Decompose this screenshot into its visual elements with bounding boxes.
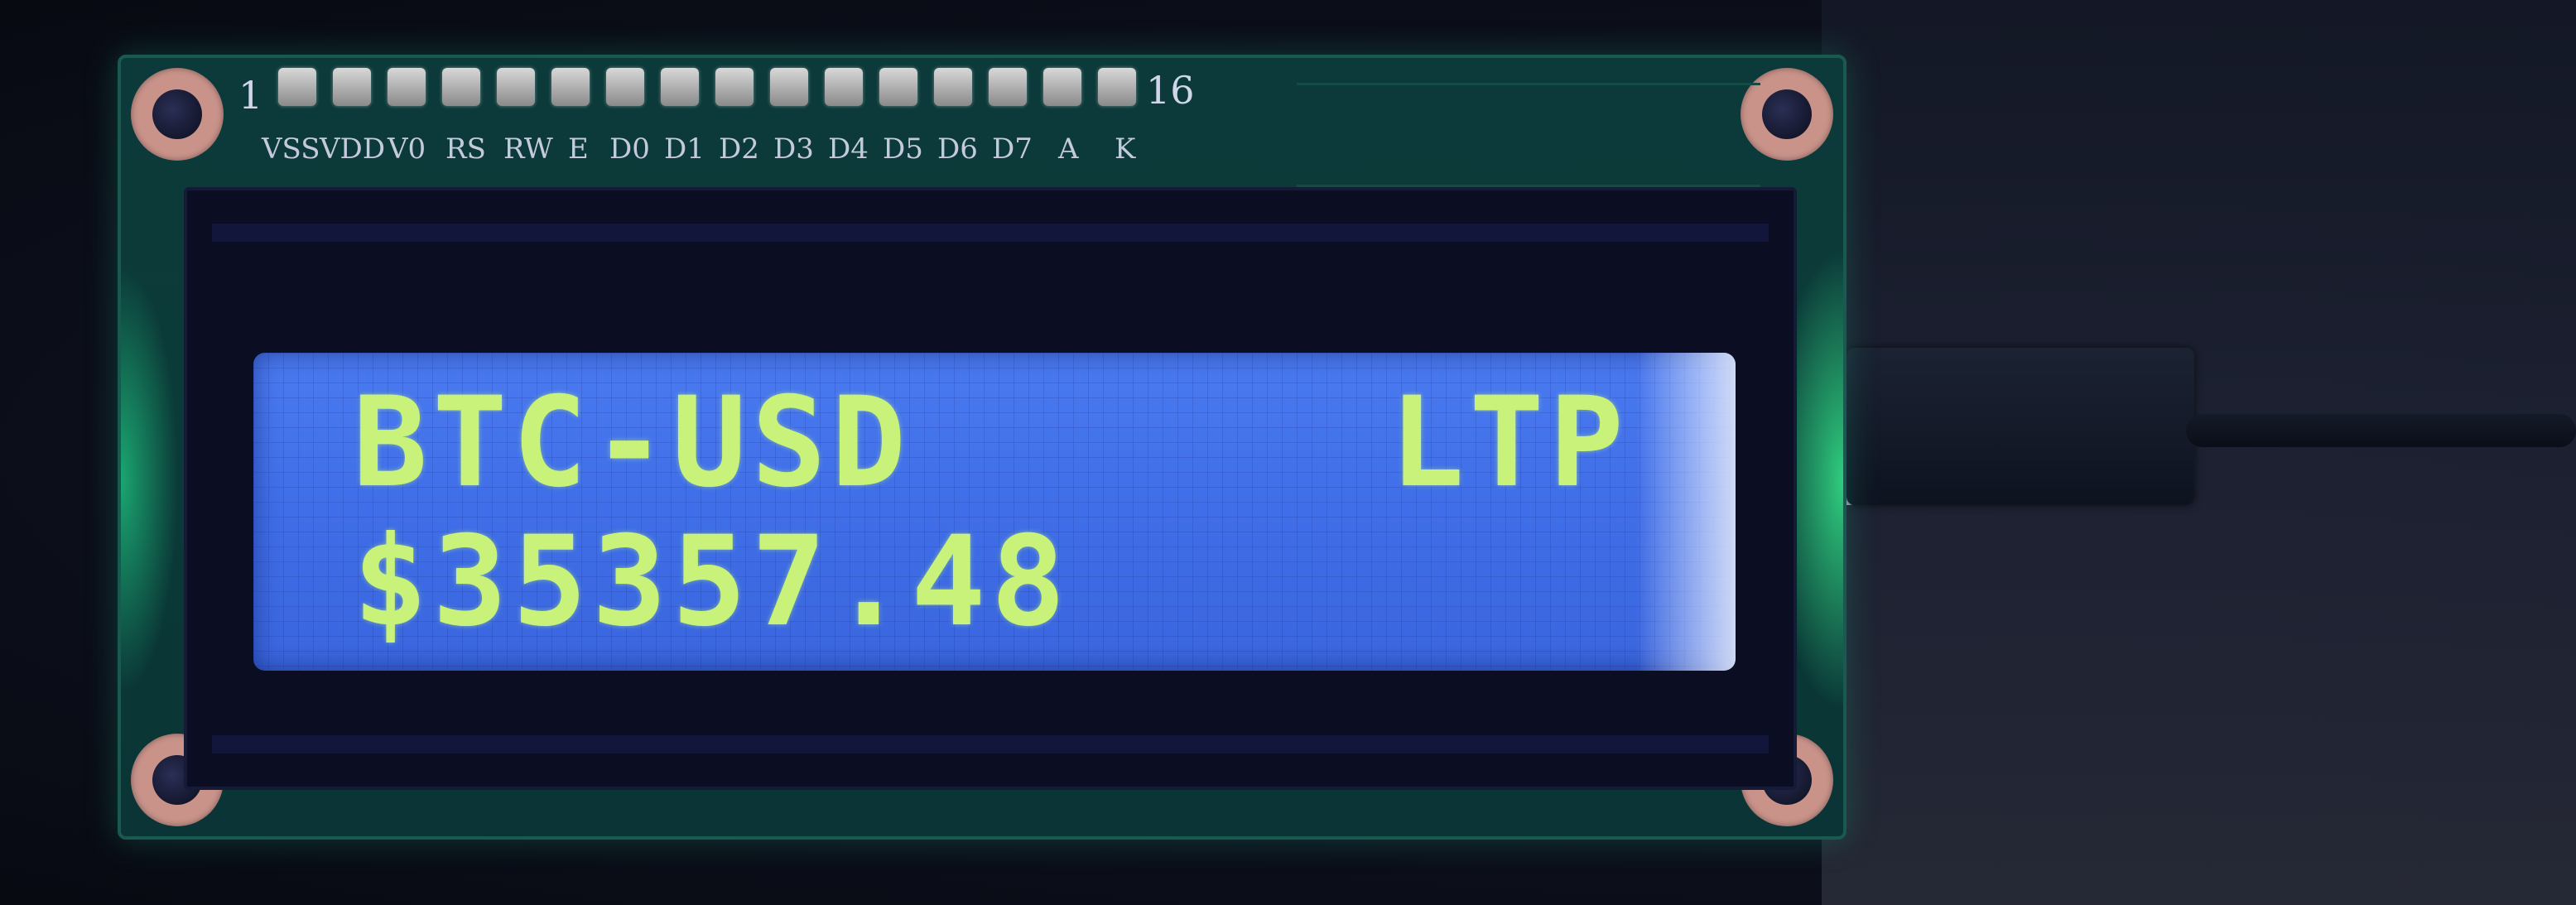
pin-labels: VSS VDD V0 RS RW E D0 D1 D2 D3 D4 D5 D6 … — [262, 132, 1255, 174]
header-pin — [934, 68, 972, 106]
pin-number-first: 1 — [238, 73, 263, 118]
header-pin — [551, 68, 590, 106]
bezel-strip — [212, 735, 1769, 753]
pin-label: D7 — [992, 132, 1033, 166]
pcb-traces — [1297, 83, 1760, 187]
header-pin — [770, 68, 808, 106]
header-pin — [825, 68, 863, 106]
pin-label: D6 — [937, 132, 978, 166]
pin-label: V0 — [388, 132, 426, 166]
header-pin — [989, 68, 1027, 106]
lcd-bezel: BTC-USD LTP $35357.48 — [184, 187, 1797, 790]
header-pin — [661, 68, 699, 106]
usb-cable-plug — [1847, 348, 2194, 505]
header-pin — [388, 68, 426, 106]
mounting-hole-top-left — [131, 68, 224, 161]
header-pins — [278, 68, 1272, 142]
header-pin — [879, 68, 917, 106]
backlight-glow-left — [121, 265, 179, 696]
lcd-screen: BTC-USD LTP $35357.48 — [253, 353, 1736, 671]
lcd-module-board: 1 16 VSS VDD V0 RS RW E D0 D1 D2 D3 D4 D… — [118, 55, 1847, 840]
pin-label: D4 — [828, 132, 869, 166]
pin-label: VDD — [320, 132, 386, 166]
header-pin — [442, 68, 480, 106]
pin-label: A — [1058, 132, 1079, 166]
pin-label: VSS — [262, 132, 320, 166]
price-type-label: LTP — [1389, 371, 1629, 515]
bezel-strip — [212, 224, 1769, 242]
pin-label: E — [568, 132, 589, 166]
ticker-symbol: BTC-USD — [353, 371, 912, 515]
pin-label: D1 — [664, 132, 705, 166]
pin-label: RS — [445, 132, 486, 166]
pin-label: RW — [503, 132, 553, 166]
pin-number-last: 16 — [1146, 68, 1195, 113]
pin-label: D3 — [773, 132, 814, 166]
header-pin — [278, 68, 316, 106]
header-pin — [606, 68, 644, 106]
header-pin — [497, 68, 535, 106]
pin-label: D5 — [883, 132, 923, 166]
header-pin — [333, 68, 371, 106]
header-pin — [1043, 68, 1081, 106]
header-pin — [715, 68, 754, 106]
pin-label: D0 — [609, 132, 650, 166]
usb-wire — [2186, 414, 2576, 447]
lcd-line-1: BTC-USD LTP — [353, 371, 1629, 515]
price-value: $35357.48 — [353, 510, 1071, 654]
pin-label: D2 — [719, 132, 759, 166]
lcd-glare — [1636, 353, 1736, 671]
lcd-line-2: $35357.48 — [353, 510, 1071, 654]
header-pin — [1098, 68, 1136, 106]
pin-label: K — [1115, 132, 1136, 166]
